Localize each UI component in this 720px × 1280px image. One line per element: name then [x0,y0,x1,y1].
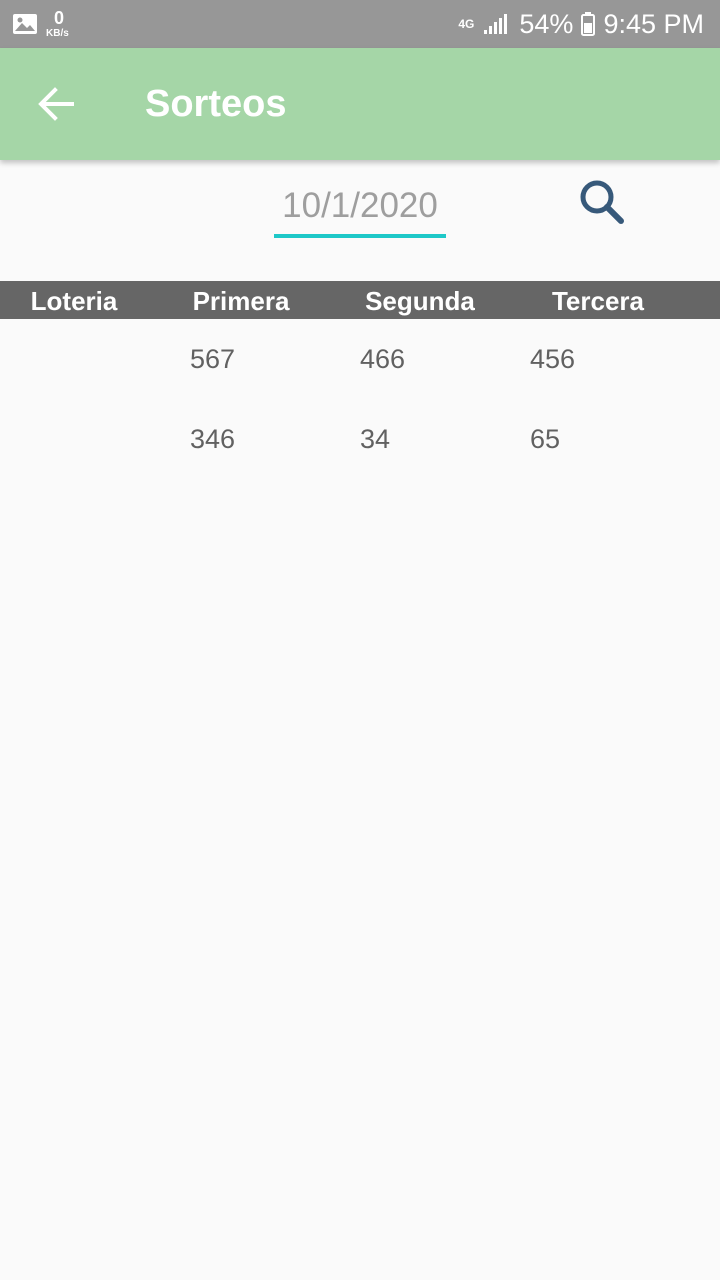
network-speed-value: 0 [54,8,65,28]
search-icon [580,180,624,224]
cell-tercera: 456 [530,344,576,374]
battery-icon [581,12,596,36]
battery-percent: 54% [519,9,574,39]
status-bar: 0 KB/s 4G 54% 9:45 PM [0,0,720,48]
cell-segunda: 466 [360,344,406,374]
status-bar-left: 0 KB/s [12,8,86,40]
page-title: Sorteos [145,83,287,125]
column-header-loteria: Loteria [30,286,118,316]
status-bar-right: 4G 54% 9:45 PM [455,6,704,42]
column-header-segunda: Segunda [365,286,475,316]
network-speed-unit: KB/s [46,28,69,39]
arrow-back-icon [38,87,74,121]
cell-primera: 346 [190,424,236,454]
column-header-tercera: Tercera [551,286,645,316]
back-button[interactable] [28,76,84,132]
cell-primera: 567 [190,344,236,374]
cell-tercera: 65 [530,424,561,454]
date-value: 10/1/2020 [282,186,438,225]
image-notification-icon [12,13,38,35]
table-header: Loteria Primera Segunda Tercera [0,281,720,319]
clock: 9:45 PM [603,9,704,39]
date-input[interactable]: 10/1/2020 [274,178,446,238]
cell-segunda: 34 [360,424,391,454]
table-row[interactable]: 346 34 65 [0,409,720,469]
date-input-underline [274,234,446,238]
signal-icon [483,13,509,35]
network-type: 4G [458,17,475,31]
app-bar: Sorteos [0,48,720,160]
search-button[interactable] [572,172,632,232]
table-row[interactable]: 567 466 456 [0,329,720,389]
network-speed: 0 KB/s [46,8,86,40]
column-header-primera: Primera [192,286,290,316]
